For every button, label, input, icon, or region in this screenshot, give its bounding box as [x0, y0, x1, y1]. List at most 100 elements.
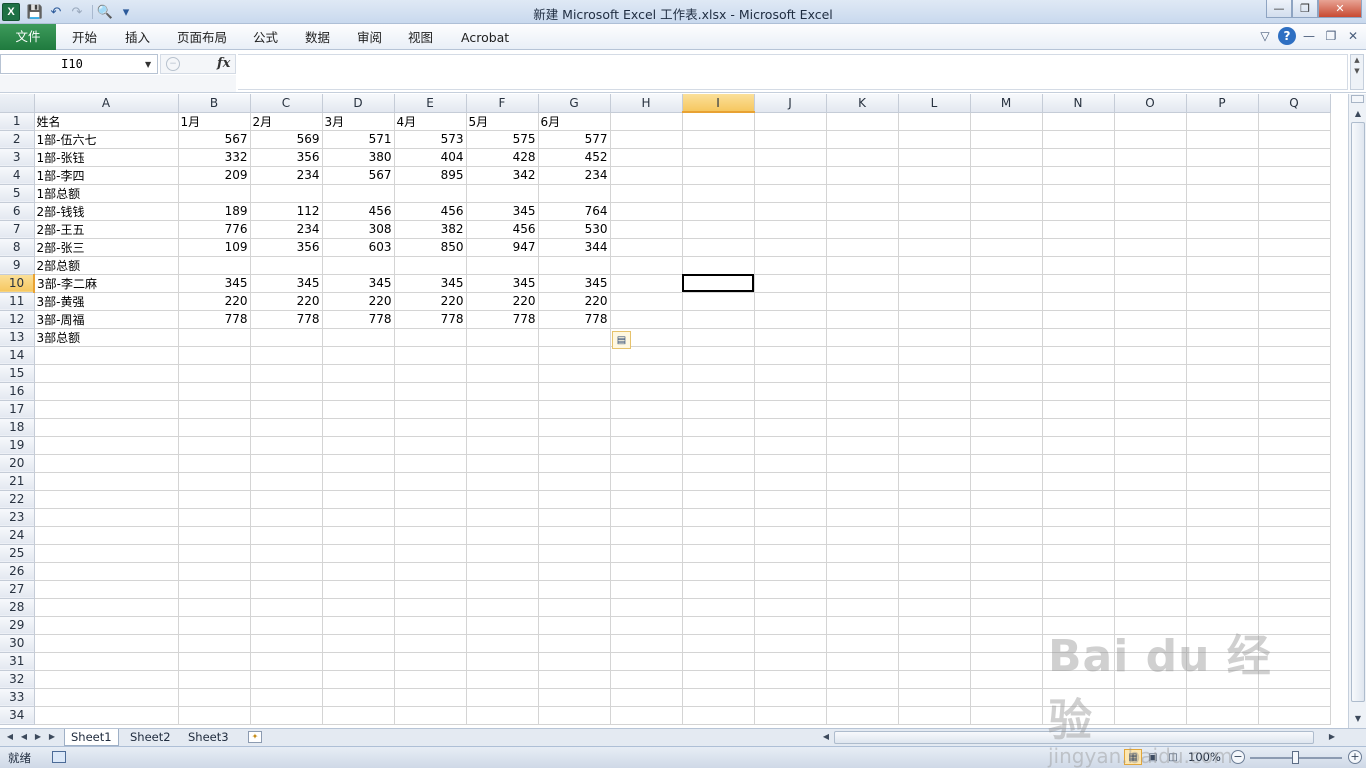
cell-j31[interactable]	[754, 652, 827, 671]
cell-m13[interactable]	[970, 328, 1043, 347]
cell-l6[interactable]	[898, 202, 971, 221]
cell-a33[interactable]	[34, 688, 179, 707]
cell-a20[interactable]	[34, 454, 179, 473]
cell-a2[interactable]: 1部-伍六七	[34, 130, 179, 149]
cell-d3[interactable]: 380	[322, 148, 395, 167]
cell-o19[interactable]	[1114, 436, 1187, 455]
cell-f1[interactable]: 5月	[466, 112, 539, 131]
row-header[interactable]: 6	[0, 202, 35, 221]
cell-n21[interactable]	[1042, 472, 1115, 491]
cell-j9[interactable]	[754, 256, 827, 275]
row-header[interactable]: 2	[0, 130, 35, 149]
cell-a21[interactable]	[34, 472, 179, 491]
cell-m19[interactable]	[970, 436, 1043, 455]
cell-o21[interactable]	[1114, 472, 1187, 491]
cell-l5[interactable]	[898, 184, 971, 203]
cell-i17[interactable]	[682, 400, 755, 419]
cell-a8[interactable]: 2部-张三	[34, 238, 179, 257]
cell-k6[interactable]	[826, 202, 899, 221]
column-header-b[interactable]: B	[178, 94, 251, 113]
cell-m31[interactable]	[970, 652, 1043, 671]
cell-p13[interactable]	[1186, 328, 1259, 347]
cell-i21[interactable]	[682, 472, 755, 491]
cell-p2[interactable]	[1186, 130, 1259, 149]
cell-o23[interactable]	[1114, 508, 1187, 527]
cell-l30[interactable]	[898, 634, 971, 653]
vertical-scroll-thumb[interactable]	[1351, 122, 1365, 702]
cell-h27[interactable]	[610, 580, 683, 599]
cell-p11[interactable]	[1186, 292, 1259, 311]
cell-k26[interactable]	[826, 562, 899, 581]
cell-a15[interactable]	[34, 364, 179, 383]
cell-l11[interactable]	[898, 292, 971, 311]
cell-c34[interactable]	[250, 706, 323, 725]
cell-l3[interactable]	[898, 148, 971, 167]
cell-l28[interactable]	[898, 598, 971, 617]
cell-j16[interactable]	[754, 382, 827, 401]
cell-q28[interactable]	[1258, 598, 1331, 617]
cell-b1[interactable]: 1月	[178, 112, 251, 131]
cell-a24[interactable]	[34, 526, 179, 545]
cell-n27[interactable]	[1042, 580, 1115, 599]
cell-j33[interactable]	[754, 688, 827, 707]
cell-j23[interactable]	[754, 508, 827, 527]
cell-e24[interactable]	[394, 526, 467, 545]
cell-a32[interactable]	[34, 670, 179, 689]
cell-j14[interactable]	[754, 346, 827, 365]
cell-c16[interactable]	[250, 382, 323, 401]
cell-b17[interactable]	[178, 400, 251, 419]
cell-c21[interactable]	[250, 472, 323, 491]
cell-o20[interactable]	[1114, 454, 1187, 473]
cell-q4[interactable]	[1258, 166, 1331, 185]
cell-e6[interactable]: 456	[394, 202, 467, 221]
cell-i7[interactable]	[682, 220, 755, 239]
cell-k33[interactable]	[826, 688, 899, 707]
cell-l13[interactable]	[898, 328, 971, 347]
cell-k19[interactable]	[826, 436, 899, 455]
cell-h12[interactable]	[610, 310, 683, 329]
cell-p14[interactable]	[1186, 346, 1259, 365]
cell-i25[interactable]	[682, 544, 755, 563]
cell-a3[interactable]: 1部-张钰	[34, 148, 179, 167]
cell-m27[interactable]	[970, 580, 1043, 599]
cell-n24[interactable]	[1042, 526, 1115, 545]
cell-b16[interactable]	[178, 382, 251, 401]
cell-c26[interactable]	[250, 562, 323, 581]
cell-p12[interactable]	[1186, 310, 1259, 329]
cell-p9[interactable]	[1186, 256, 1259, 275]
cell-a4[interactable]: 1部-李四	[34, 166, 179, 185]
cell-n26[interactable]	[1042, 562, 1115, 581]
cell-e21[interactable]	[394, 472, 467, 491]
row-header[interactable]: 15	[0, 364, 35, 383]
cell-f34[interactable]	[466, 706, 539, 725]
cell-l16[interactable]	[898, 382, 971, 401]
cell-n7[interactable]	[1042, 220, 1115, 239]
cell-i28[interactable]	[682, 598, 755, 617]
cell-f33[interactable]	[466, 688, 539, 707]
cell-o5[interactable]	[1114, 184, 1187, 203]
cell-f11[interactable]: 220	[466, 292, 539, 311]
row-header[interactable]: 23	[0, 508, 35, 527]
cell-a14[interactable]	[34, 346, 179, 365]
cell-a1[interactable]: 姓名	[34, 112, 179, 131]
cell-l4[interactable]	[898, 166, 971, 185]
cell-e27[interactable]	[394, 580, 467, 599]
sheet-tab-2[interactable]: Sheet2	[124, 729, 177, 746]
cell-l10[interactable]	[898, 274, 971, 293]
cell-b6[interactable]: 189	[178, 202, 251, 221]
cell-n28[interactable]	[1042, 598, 1115, 617]
cell-a9[interactable]: 2部总额	[34, 256, 179, 275]
cell-b23[interactable]	[178, 508, 251, 527]
row-header[interactable]: 26	[0, 562, 35, 581]
cell-e33[interactable]	[394, 688, 467, 707]
cell-e7[interactable]: 382	[394, 220, 467, 239]
cell-l21[interactable]	[898, 472, 971, 491]
cell-d7[interactable]: 308	[322, 220, 395, 239]
cell-p21[interactable]	[1186, 472, 1259, 491]
cell-e15[interactable]	[394, 364, 467, 383]
cell-q7[interactable]	[1258, 220, 1331, 239]
column-header-n[interactable]: N	[1042, 94, 1115, 113]
tab-file[interactable]: 文件	[0, 24, 56, 50]
cell-d23[interactable]	[322, 508, 395, 527]
row-header[interactable]: 30	[0, 634, 35, 653]
